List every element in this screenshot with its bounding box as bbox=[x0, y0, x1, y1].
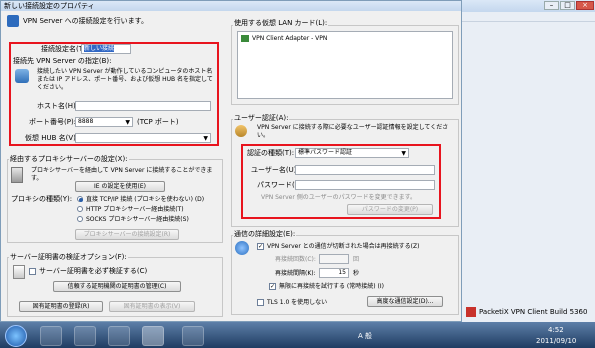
certificate-icon bbox=[13, 265, 25, 279]
chevron-down-icon: ▼ bbox=[125, 119, 130, 126]
retry-interval-label: 再接続間隔(K): bbox=[275, 270, 316, 277]
clock-time[interactable]: 4:52 bbox=[548, 326, 564, 335]
adapter-item[interactable]: VPN Client Adapter - VPN bbox=[252, 34, 327, 43]
radio-http[interactable] bbox=[77, 206, 83, 212]
advanced-settings-button[interactable]: 高度な通信設定(D)... bbox=[367, 296, 443, 307]
conn-name-value: 新しい接続 bbox=[84, 45, 115, 52]
background-window: – □ × PacketiX VPN Client Build 5360 bbox=[462, 0, 595, 322]
register-cert-button[interactable]: 固有証明書の登録(R) bbox=[19, 301, 103, 312]
dest-group-label: 接続先 VPN Server の指定(B): bbox=[13, 57, 112, 65]
password-field[interactable] bbox=[295, 180, 435, 190]
globe-icon bbox=[7, 15, 19, 27]
port-value: 8888 bbox=[78, 118, 94, 125]
dialog-titlebar: 新しい接続設定のプロパティ bbox=[1, 1, 461, 11]
username-field[interactable] bbox=[295, 165, 435, 175]
hub-label: 仮想 HUB 名(V): bbox=[25, 134, 79, 142]
dest-description: 接続したい VPN Server が動作しているコンピュータのホスト名または I… bbox=[37, 68, 213, 91]
retry-count-label: 再接続回数(C): bbox=[275, 256, 316, 263]
infinite-retry-checkbox[interactable]: ✓ bbox=[269, 283, 276, 290]
advanced-group-label: 通信の詳細設定(E): bbox=[233, 230, 297, 239]
explorer-taskbar-icon[interactable] bbox=[40, 326, 62, 346]
background-toolbar bbox=[462, 12, 595, 22]
retry-interval-field[interactable]: 15 bbox=[319, 268, 349, 278]
user-icon bbox=[235, 125, 247, 137]
port-suffix: (TCP ポート) bbox=[137, 118, 179, 126]
cert-check-label: サーバー証明書を必ず検証する(C) bbox=[39, 267, 148, 275]
chevron-down-icon: ▼ bbox=[203, 135, 208, 142]
ie-settings-button[interactable]: IE の設定を使用(E) bbox=[75, 181, 165, 192]
adapter-group-label: 使用する仮想 LAN カード(L): bbox=[233, 19, 329, 28]
auth-type-dropdown[interactable]: 標準パスワード認証 ▼ bbox=[295, 148, 409, 158]
retry-count-field[interactable] bbox=[319, 254, 349, 264]
gear-icon bbox=[235, 241, 249, 255]
properties-dialog: 新しい接続設定のプロパティ VPN Server への接続設定を行います。 接続… bbox=[0, 0, 462, 322]
user-label: ユーザー名(U): bbox=[251, 166, 299, 174]
port-dropdown[interactable]: 8888 ▼ bbox=[75, 117, 133, 127]
maximize-icon[interactable]: □ bbox=[560, 1, 575, 10]
minimize-icon[interactable]: – bbox=[544, 1, 559, 10]
pass-note: VPN Server 側のユーザーのパスワードを変更できます。 bbox=[261, 194, 416, 201]
auth-description: VPN Server に接続する際に必要なユーザー認証情報を設定してください。 bbox=[257, 124, 449, 139]
port-label: ポート番号(P): bbox=[29, 118, 77, 126]
chevron-down-icon: ▼ bbox=[401, 150, 406, 157]
radio-http-label: HTTP プロキシサーバー経由接続(T) bbox=[86, 206, 184, 213]
window-controls: – □ × bbox=[544, 1, 594, 10]
network-card-icon bbox=[241, 35, 249, 42]
reconnect-label: VPN Server との通信が切断された場合は再接続する(Z) bbox=[267, 243, 420, 250]
radio-socks[interactable] bbox=[77, 216, 83, 222]
close-icon[interactable]: × bbox=[576, 1, 594, 10]
start-icon[interactable] bbox=[5, 325, 27, 347]
change-password-button[interactable]: パスワードの変更(P) bbox=[347, 204, 433, 215]
tls-checkbox[interactable] bbox=[257, 299, 264, 306]
reconnect-checkbox[interactable]: ✓ bbox=[257, 243, 264, 250]
tls-label: TLS 1.0 を使用しない bbox=[267, 299, 328, 306]
retry-interval-suffix: 秒 bbox=[353, 270, 360, 277]
auth-type-label: 認証の種類(T): bbox=[247, 149, 295, 157]
infinite-retry-label: 無限に再接続を試行する (常時接続) (I) bbox=[279, 283, 384, 290]
conn-name-field[interactable]: 新しい接続 bbox=[81, 44, 131, 54]
auth-type-value: 標準パスワード認証 bbox=[298, 149, 353, 156]
radio-socks-label: SOCKS プロキシサーバー経由接続(S) bbox=[86, 216, 189, 223]
status-app-label: PacketiX VPN Client Build 5360 bbox=[479, 308, 588, 316]
proxy-type-label: プロキシの種類(Y): bbox=[11, 195, 73, 203]
cert-group-label: サーバー証明書の検証オプション(F): bbox=[9, 253, 128, 262]
app-icon bbox=[466, 307, 476, 317]
radio-direct[interactable] bbox=[77, 196, 83, 202]
vpn-taskbar-icon[interactable] bbox=[142, 326, 164, 346]
hub-dropdown[interactable]: ▼ bbox=[75, 133, 211, 143]
trusted-ca-button[interactable]: 信頼する証明機関の証明書の管理(C) bbox=[53, 281, 181, 292]
retry-count-suffix: 回 bbox=[353, 256, 360, 263]
host-label: ホスト名(H): bbox=[37, 102, 79, 110]
word-taskbar-icon[interactable] bbox=[182, 326, 204, 346]
proxy-settings-button[interactable]: プロキシサーバーの接続設定(R) bbox=[75, 229, 179, 240]
server-icon bbox=[15, 69, 29, 83]
adapter-list[interactable]: VPN Client Adapter - VPN bbox=[237, 31, 453, 99]
proxy-group-label: 経由するプロキシサーバーの設定(X): bbox=[9, 155, 129, 164]
computer-icon bbox=[11, 167, 23, 183]
host-field[interactable] bbox=[75, 101, 211, 111]
cert-check-checkbox[interactable] bbox=[29, 268, 36, 275]
media-taskbar-icon[interactable] bbox=[108, 326, 130, 346]
clock-date[interactable]: 2011/09/10 bbox=[536, 337, 576, 346]
auth-group-label: ユーザー認証(A): bbox=[233, 114, 290, 123]
ime-indicator[interactable]: A 般 bbox=[358, 332, 372, 341]
folder-taskbar-icon[interactable] bbox=[74, 326, 96, 346]
show-cert-button[interactable]: 固有証明書の表示(V) bbox=[109, 301, 195, 312]
intro-text: VPN Server への接続設定を行います。 bbox=[23, 17, 148, 25]
radio-direct-label: 直接 TCP/IP 接続 (プロキシを使わない) (D) bbox=[86, 196, 205, 203]
status-bar: PacketiX VPN Client Build 5360 bbox=[466, 305, 592, 319]
